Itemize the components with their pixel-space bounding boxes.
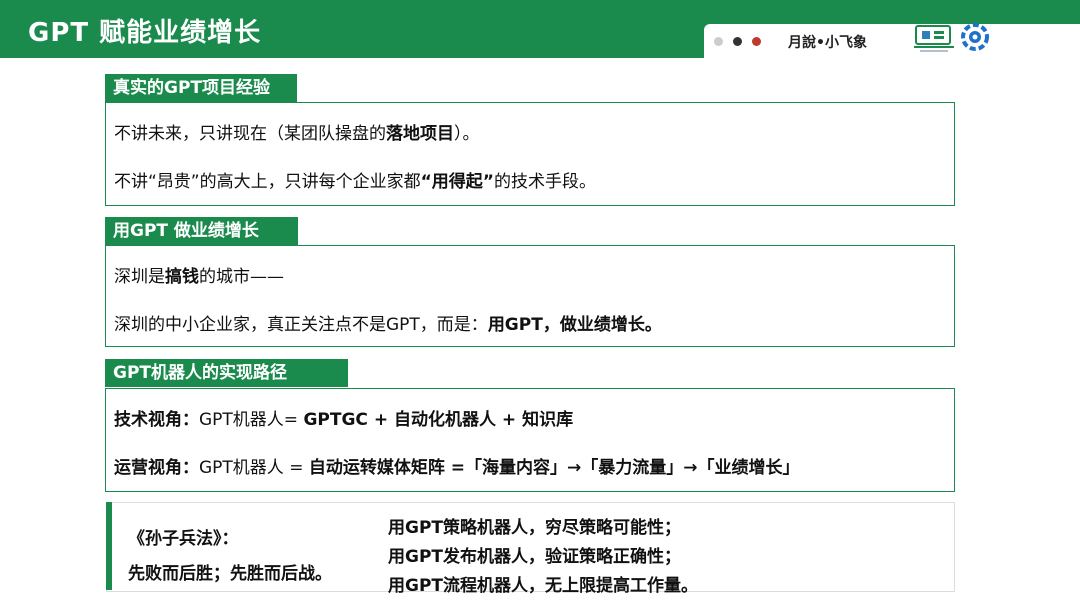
section-line: 深圳是搞钱的城市—— <box>114 262 284 287</box>
text-span: GPT机器人 = <box>199 458 309 478</box>
text-span-bold: 技术视角： <box>114 410 199 430</box>
quote-saying: 先败而后胜；先胜而后战。 <box>128 564 332 584</box>
section-line: 深圳的中小企业家，真正关注点不是GPT，而是：用GPT，做业绩增长。 <box>114 310 662 335</box>
section-title-growth: 用GPT 做业绩增长 <box>105 217 298 245</box>
text-span-bold: 落地项目 <box>386 124 454 144</box>
text-span-bold: 搞钱 <box>165 267 199 287</box>
section-line: 技术视角：GPT机器人= GPTGC + 自动化机器人 + 知识库 <box>114 405 573 430</box>
text-span: GPT机器人= <box>199 410 304 430</box>
section-box-gpt-experience: 不讲未来，只讲现在（某团队操盘的落地项目）。 不讲“昂贵”的高大上，只讲每个企业… <box>105 102 955 206</box>
quote-source: 《孙子兵法》： <box>128 529 239 549</box>
quote-item: 用GPT策略机器人，穷尽策略可能性； <box>388 518 682 538</box>
section-title-gpt-experience: 真实的GPT项目经验 <box>105 74 297 102</box>
section-line: 运营视角：GPT机器人 = 自动运转媒体矩阵 =「海量内容」→「暴力流量」→「业… <box>114 453 800 478</box>
quote-accent-bar <box>106 502 112 590</box>
text-span-bold: 运营视角： <box>114 458 199 478</box>
text-span: ）。 <box>454 124 480 144</box>
section-box-growth: 深圳是搞钱的城市—— 深圳的中小企业家，真正关注点不是GPT，而是：用GPT，做… <box>105 245 955 347</box>
page-title: GPT 赋能业绩增长 <box>28 18 262 48</box>
text-span-bold: 自动运转媒体矩阵 =「海量内容」→「暴力流量」→「业绩增长」 <box>308 458 800 478</box>
dot-red-icon <box>752 37 761 46</box>
section-box-robot-path: 技术视角：GPT机器人= GPTGC + 自动化机器人 + 知识库 运营视角：G… <box>105 388 955 492</box>
text-span: 不讲“昂贵”的高大上，只讲每个企业家都 <box>114 172 421 192</box>
text-span-bold: GPTGC + 自动化机器人 + 知识库 <box>303 410 574 430</box>
section-title-robot-path: GPT机器人的实现路径 <box>105 359 348 387</box>
quote-item: 用GPT流程机器人，无上限提高工作量。 <box>388 576 699 596</box>
logo-gear-icon <box>961 23 989 51</box>
text-span: 深圳是 <box>114 267 165 287</box>
text-span: 不讲未来，只讲现在（某团队操盘的 <box>114 124 386 144</box>
text-span: 深圳的中小企业家，真正关注点不是GPT，而是： <box>114 315 488 335</box>
text-span: 的城市—— <box>199 267 284 287</box>
dot-dark-icon <box>733 37 742 46</box>
section-line: 不讲“昂贵”的高大上，只讲每个企业家都“用得起”的技术手段。 <box>114 167 596 192</box>
section-line: 不讲未来，只讲现在（某团队操盘的落地项目）。 <box>114 119 480 144</box>
text-span: 的技术手段。 <box>493 172 596 192</box>
brand-label: 月說•小飞象 <box>788 35 867 51</box>
text-span-bold: 用GPT，做业绩增长。 <box>487 315 662 335</box>
logo-screen-icon <box>914 25 954 52</box>
text-span-bold: “用得起” <box>420 172 494 192</box>
quote-item: 用GPT发布机器人，验证策略正确性； <box>388 547 682 567</box>
dot-light-icon <box>714 37 723 46</box>
